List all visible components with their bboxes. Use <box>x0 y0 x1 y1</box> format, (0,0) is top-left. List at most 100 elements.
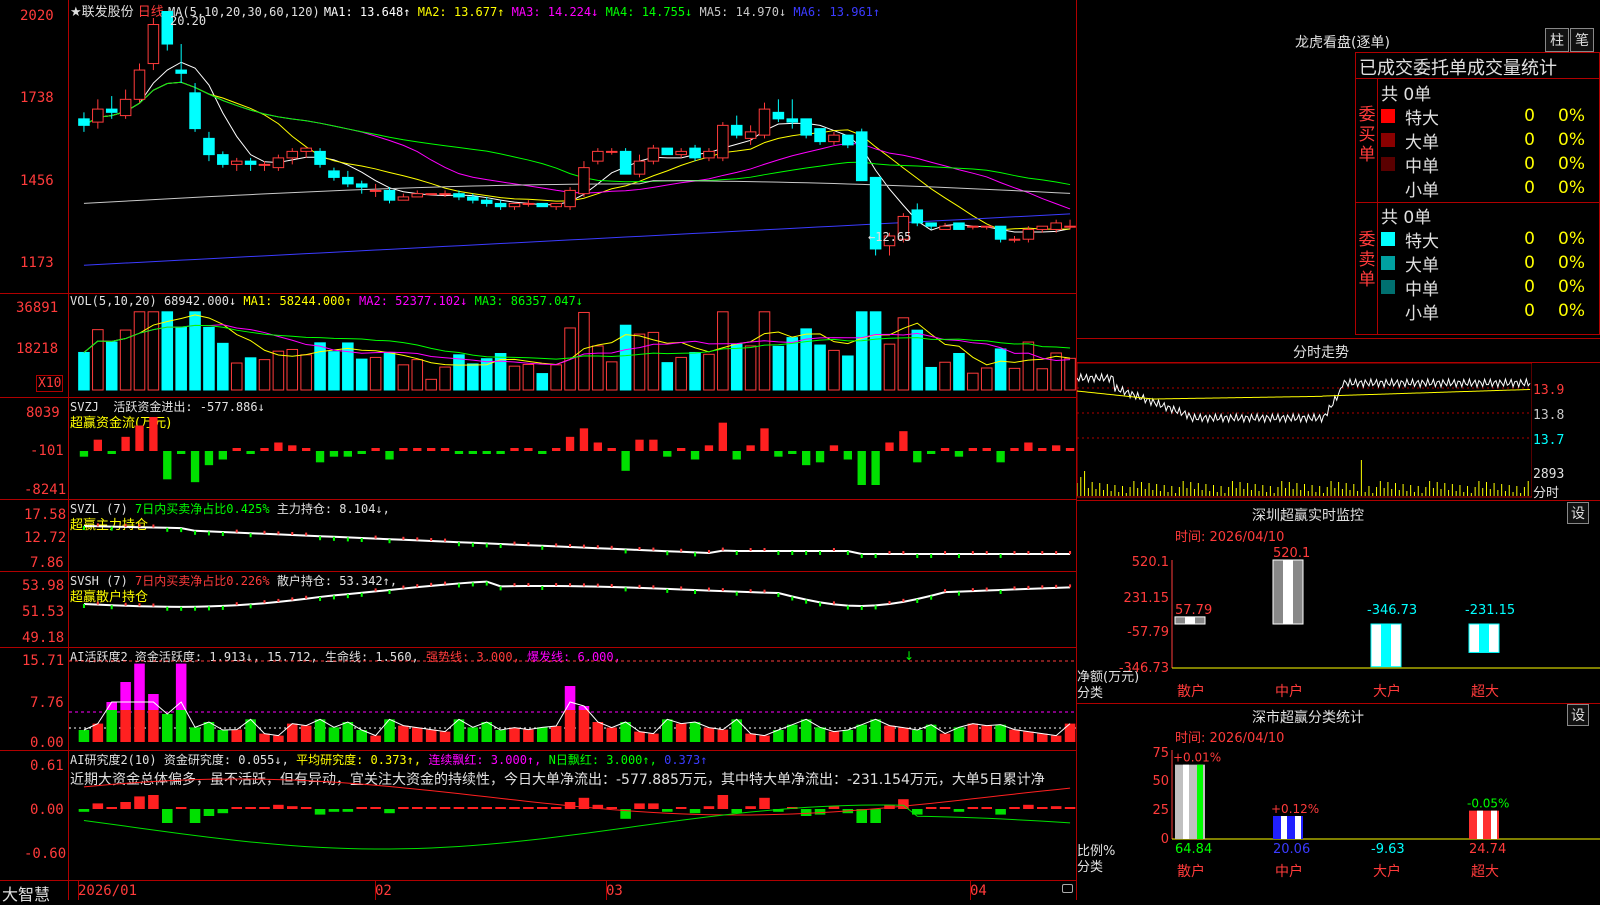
candle <box>175 69 187 74</box>
candle <box>855 131 868 182</box>
vol-chart[interactable] <box>69 298 1076 397</box>
activity-bar <box>314 719 326 742</box>
kline-chart[interactable] <box>69 0 1076 293</box>
intraday-chart[interactable] <box>1077 363 1532 498</box>
buy-order-count: 0 <box>1524 106 1535 126</box>
price-axis-label: 1173 <box>20 255 54 271</box>
classify-category: 大户 <box>1373 863 1401 880</box>
research-bar <box>453 807 465 809</box>
ai-active-axis-label: 7.76 <box>30 695 64 711</box>
activity-burst-bar <box>106 702 117 710</box>
candle <box>800 118 812 136</box>
activity-bar <box>884 725 895 742</box>
research-bar <box>106 807 117 809</box>
activity-bar <box>564 710 576 742</box>
sell-order-swatch <box>1381 256 1395 270</box>
bar-mode-button[interactable]: 柱 <box>1545 28 1569 52</box>
candle <box>119 98 132 117</box>
right-panel: 龙虎看盘(逐单) 柱 笔 已成交委托单成交量统计 委买单 共 0单 特大 0 0% 大… <box>1077 0 1600 900</box>
monitor-axis-label: -57.79 <box>1127 625 1169 640</box>
candle <box>411 193 424 198</box>
volume-bar <box>161 311 174 391</box>
svsh-chart[interactable] <box>69 572 1076 647</box>
research-bar <box>953 809 965 812</box>
volume-bar <box>78 351 90 391</box>
volume-bar <box>661 362 674 391</box>
volume-bar <box>855 311 868 391</box>
activity-bar <box>134 710 145 742</box>
candle <box>980 225 993 228</box>
research-bar <box>550 807 562 809</box>
monitor-settings-button[interactable]: 设 <box>1567 502 1589 524</box>
classify-bar-highlight <box>1295 815 1301 839</box>
candle <box>689 147 701 159</box>
ai-research-chart[interactable] <box>69 751 1076 880</box>
ai-active-chart[interactable]: ↓ <box>69 648 1076 750</box>
fund-flow-bar <box>718 422 727 451</box>
classify-category: 中户 <box>1275 863 1303 880</box>
activity-bar <box>717 729 729 742</box>
buy-order-swatch <box>1381 181 1395 195</box>
candle <box>522 202 535 205</box>
activity-bar <box>689 722 701 742</box>
volume-bar <box>744 345 757 391</box>
fund-flow-bar <box>1024 442 1033 451</box>
activity-bar <box>898 727 909 742</box>
candle <box>494 202 507 208</box>
activity-bar <box>120 710 131 742</box>
research-bar <box>203 809 215 816</box>
research-bar <box>523 807 534 809</box>
volume-bar <box>689 351 701 391</box>
research-bar <box>689 809 701 814</box>
divider <box>1077 500 1600 501</box>
research-bar <box>439 807 451 809</box>
candle <box>911 209 924 224</box>
vol-axis-label: 36891 <box>16 300 59 316</box>
svzj-chart[interactable] <box>69 398 1076 499</box>
research-bar <box>92 803 104 809</box>
research-bar <box>412 807 423 809</box>
sell-orders: 共 0单 特大 0 0% 大单 0 0% 中单 0 0% 小单 0 0% <box>1381 203 1585 324</box>
research-bar <box>870 809 881 823</box>
tick-mode-button[interactable]: 笔 <box>1570 28 1594 52</box>
candle <box>203 137 215 156</box>
divider <box>0 880 1077 881</box>
sell-order-pct: 0% <box>1558 301 1585 321</box>
volume-bar <box>842 355 854 391</box>
classify-settings-button[interactable]: 设 <box>1567 704 1589 726</box>
date-tick <box>78 881 79 900</box>
monitor-category: 大户 <box>1373 683 1401 700</box>
sell-side-label: 委卖单 <box>1358 230 1376 290</box>
activity-bar <box>814 727 826 742</box>
volume-bar <box>536 373 549 391</box>
volume-bar <box>217 342 229 391</box>
volume-bar <box>244 357 257 391</box>
kline-panel[interactable]: ★联发股份 日线 MA(5,10,20,30,60,120) MA1: 13.6… <box>0 0 1077 904</box>
svzl-chart[interactable] <box>69 500 1076 571</box>
classify-bar-top-label: +0.12% <box>1271 802 1319 816</box>
fund-flow-bar <box>621 451 630 471</box>
fund-flow-bar <box>288 445 297 451</box>
classify-bar-highlight <box>1183 764 1189 839</box>
volume-bar <box>328 351 340 391</box>
buy-order-row: 小单 0 0% <box>1381 176 1585 201</box>
fund-flow-bar <box>274 442 283 451</box>
svsh-axis-label: 53.98 <box>22 578 65 594</box>
sell-order-pct: 0% <box>1558 277 1585 297</box>
research-bar <box>703 806 715 809</box>
candle <box>369 189 382 192</box>
fund-flow-bar <box>857 451 866 485</box>
fund-flow-bar <box>968 448 977 451</box>
research-bar <box>175 807 187 809</box>
fund-flow-bar <box>1010 448 1019 451</box>
candle <box>717 124 729 159</box>
fund-flow-bar <box>1065 448 1075 451</box>
volume-bar <box>411 359 424 391</box>
candle <box>1022 228 1035 240</box>
activity-bar <box>398 725 409 742</box>
activity-bar <box>1023 731 1034 742</box>
fund-flow-bar <box>260 448 269 451</box>
fund-flow-bar <box>440 448 450 451</box>
fund-flow-bar <box>385 451 394 460</box>
monitor-bar-highlight <box>1185 616 1195 624</box>
